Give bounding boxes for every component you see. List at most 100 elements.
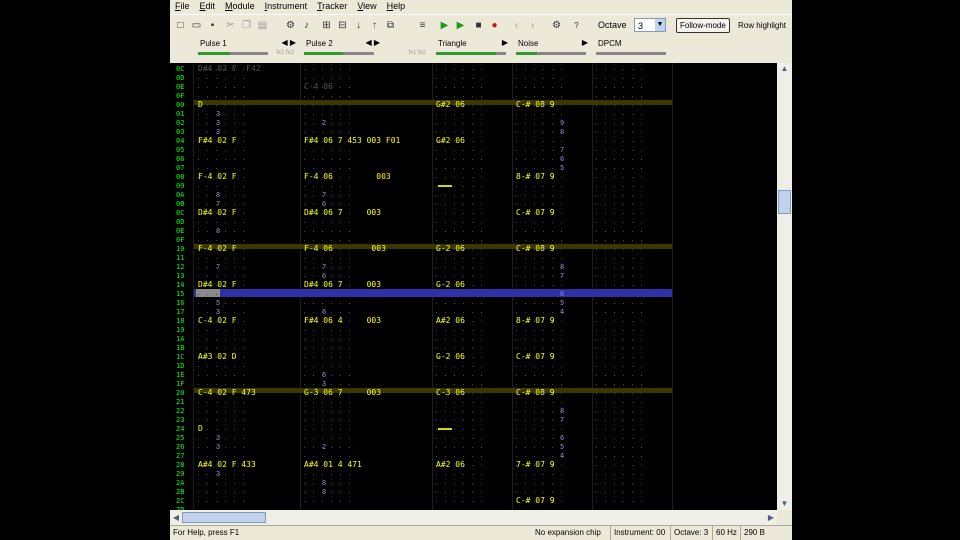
paste-icon[interactable]: ▤ [256, 18, 269, 33]
module-properties-icon[interactable]: ⚙ [284, 18, 297, 33]
scroll-up-icon[interactable]: ▲ [779, 64, 790, 74]
pattern-note[interactable]: 8-# 07 9 [516, 172, 555, 181]
pattern-note[interactable]: A#4 01 4 471 [304, 460, 362, 469]
open-folder-icon[interactable]: ▭ [190, 18, 203, 33]
volume-mark[interactable]: 7 [216, 200, 220, 208]
menu-help[interactable]: Help [382, 0, 411, 11]
play-icon[interactable]: ▶ [438, 18, 451, 33]
pattern-note[interactable]: F-4 06 003 [304, 172, 391, 181]
move-frame-up-icon[interactable]: ↑ [368, 18, 381, 33]
volume-mark[interactable]: 5 [560, 443, 564, 451]
volume-mark[interactable]: 8 [560, 407, 564, 415]
pattern-note[interactable]: G-2 06 [436, 352, 465, 361]
pattern-note[interactable]: C-3 06 [436, 388, 465, 397]
pattern-note[interactable]: G#2 06 [436, 100, 465, 109]
insert-frame-icon[interactable]: ⊞ [320, 18, 333, 33]
pattern-note[interactable]: A#2 06 [436, 460, 465, 469]
pattern-note[interactable]: D#4 06 7 003 [304, 280, 381, 289]
volume-mark[interactable]: 7 [322, 191, 326, 199]
octave-select[interactable]: 3 ▼ [634, 18, 666, 32]
instrument-icon[interactable]: ♪ [300, 18, 313, 33]
volume-mark[interactable]: 6 [322, 200, 326, 208]
pattern-note[interactable]: 8-# 07 9 [516, 316, 555, 325]
new-file-icon[interactable]: □ [174, 18, 187, 33]
volume-mark[interactable]: 3 [216, 470, 220, 478]
pattern-note[interactable]: C-4 02 F [198, 316, 237, 325]
pattern-note[interactable]: D [198, 100, 203, 109]
volume-mark[interactable]: 8 [560, 128, 564, 136]
volume-mark[interactable]: 9 [560, 119, 564, 127]
volume-mark[interactable]: 8 [560, 263, 564, 271]
vertical-scrollbar[interactable]: ▲ ▼ [777, 63, 792, 510]
chevron-down-icon[interactable]: ▼ [655, 19, 665, 31]
volume-mark[interactable]: 6 [560, 290, 564, 298]
pattern-note[interactable]: G#2 06 [436, 136, 465, 145]
pattern-note[interactable]: F-4 06 003 [304, 244, 386, 253]
volume-mark[interactable]: 4 [560, 452, 564, 460]
channel-triangle[interactable]: Triangle ▶ [432, 37, 512, 63]
module-settings-icon[interactable]: ≡ [416, 18, 429, 33]
volume-mark[interactable]: 3 [216, 119, 220, 127]
volume-mark[interactable]: 8 [322, 488, 326, 496]
copy-icon[interactable]: ❐ [240, 18, 253, 33]
volume-mark[interactable]: 5 [216, 299, 220, 307]
pattern-note[interactable]: D#4 02 F F42 [198, 64, 261, 73]
pattern-note[interactable]: 7-# 07 9 [516, 460, 555, 469]
pattern-note[interactable]: F#4 06 4 003 [304, 316, 381, 325]
column-arrows[interactable]: ▶ [582, 38, 588, 47]
column-arrows[interactable]: ▶ [502, 38, 508, 47]
pattern-note[interactable]: G-3 06 7 003 [304, 388, 381, 397]
volume-mark[interactable]: 6 [322, 371, 326, 379]
cursor-cell[interactable] [196, 289, 220, 297]
settings-icon[interactable]: ⚙ [550, 18, 563, 33]
volume-mark[interactable]: 2 [322, 119, 326, 127]
next-track-icon[interactable]: › [526, 18, 539, 33]
previous-track-icon[interactable]: ‹ [510, 18, 523, 33]
menu-instrument[interactable]: Instrument [260, 0, 313, 11]
vertical-scroll-thumb[interactable] [778, 190, 791, 214]
triangle-note-release[interactable] [438, 185, 452, 187]
volume-mark[interactable]: 7 [560, 416, 564, 424]
volume-mark[interactable]: 5 [560, 164, 564, 172]
volume-mark[interactable]: 6 [322, 308, 326, 316]
volume-mark[interactable]: 7 [560, 146, 564, 154]
pattern-note[interactable]: C-# 07 9 [516, 496, 555, 505]
pattern-note[interactable]: A#4 02 F 433 [198, 460, 256, 469]
volume-mark[interactable]: 3 [216, 110, 220, 118]
pattern-note[interactable]: F#4 06 7 453 003 F01 [304, 136, 400, 145]
pattern-note[interactable]: C-# 08 9 [516, 100, 555, 109]
scroll-left-icon[interactable]: ◀ [171, 512, 181, 523]
scroll-right-icon[interactable]: ▶ [766, 512, 776, 523]
cut-icon[interactable]: ✂ [224, 18, 237, 33]
record-icon[interactable]: ● [488, 18, 501, 33]
pattern-note[interactable]: G-2 06 [436, 244, 465, 253]
pattern-note[interactable]: F-4 02 F [198, 172, 237, 181]
play-pattern-icon[interactable]: ▶ [454, 18, 467, 33]
pattern-note[interactable]: F-4 02 F [198, 244, 237, 253]
triangle-note-release[interactable] [438, 428, 452, 430]
menu-tracker[interactable]: Tracker [312, 0, 352, 11]
pattern-note[interactable]: G-2 06 [436, 280, 465, 289]
pattern-note[interactable]: D#4 02 F [198, 280, 237, 289]
volume-mark[interactable]: 3 [216, 308, 220, 316]
volume-mark[interactable]: 3 [216, 128, 220, 136]
menu-view[interactable]: View [352, 0, 381, 11]
pattern-note[interactable]: A#2 06 [436, 316, 465, 325]
channel-pulse-2[interactable]: Pulse 2 ◀ ▶ fx1 fx2 [300, 37, 432, 63]
horizontal-scrollbar[interactable]: ◀ ▶ [170, 510, 777, 525]
pattern-note[interactable]: D [198, 424, 203, 433]
channel-pulse-1[interactable]: Pulse 1 ◀ ▶ fx1 fx2 [194, 37, 300, 63]
volume-mark[interactable]: 3 [216, 443, 220, 451]
menu-file[interactable]: File [170, 0, 195, 11]
pattern-note[interactable]: F#4 02 F [198, 136, 237, 145]
pattern-note[interactable]: A#3 02 D [198, 352, 237, 361]
volume-mark[interactable]: 8 [322, 479, 326, 487]
follow-mode-button[interactable]: Follow-mode [676, 18, 730, 33]
pattern-note[interactable]: C-# 07 9 [516, 208, 555, 217]
volume-mark[interactable]: 8 [216, 227, 220, 235]
volume-mark[interactable]: 7 [322, 263, 326, 271]
channel-dpcm[interactable]: DPCM [592, 37, 672, 63]
pattern-note[interactable]: C-# 07 9 [516, 352, 555, 361]
volume-mark[interactable]: 6 [560, 155, 564, 163]
stop-icon[interactable]: ■ [472, 18, 485, 33]
